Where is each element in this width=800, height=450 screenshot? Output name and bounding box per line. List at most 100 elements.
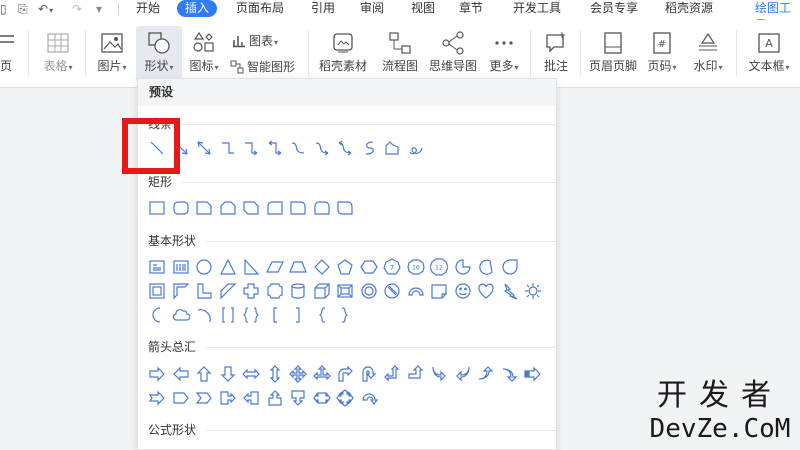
shape-right-brace[interactable] [334,304,356,326]
shape-rectangle[interactable] [146,197,168,219]
menu-references[interactable]: 引用 [303,0,343,17]
shape-block-arc[interactable] [405,280,427,302]
shape-teardrop[interactable] [499,256,521,278]
shape-u-turn-arrow[interactable] [358,363,380,385]
customize-dropdown-icon[interactable]: ▾ [96,2,102,16]
shape-round-diagonal[interactable] [334,197,356,219]
smart-graphic-button[interactable]: 智能图形 [230,58,295,76]
shape-up-arrow[interactable] [193,363,215,385]
chart-button[interactable]: 图表▾ [232,32,278,50]
shape-half-frame[interactable] [170,280,192,302]
shape-curved-double-arrow-connector[interactable] [334,137,356,159]
shape-round-same-side[interactable] [311,197,333,219]
shape-left-right-up-arrow[interactable] [311,363,333,385]
shape-bevel[interactable] [334,280,356,302]
shape-left-up-arrow[interactable] [381,363,403,385]
shape-left-right-arrow-callout[interactable] [311,387,333,409]
shape-arc[interactable] [193,304,215,326]
shape-curved-left-arrow[interactable] [452,363,474,385]
shape-bent-up-arrow[interactable] [405,363,427,385]
picture-button[interactable]: 图片▾ [92,26,132,82]
shape-heart[interactable] [475,280,497,302]
shape-hexagon[interactable] [358,256,380,278]
menu-drawing-tools[interactable]: 绘图工具 [747,0,800,32]
shape-smiley-face[interactable] [452,280,474,302]
menu-docer-resources[interactable]: 稻壳资源 [657,0,721,17]
shape-right-bracket[interactable] [287,304,309,326]
shape-quad-arrow[interactable] [287,363,309,385]
menu-review[interactable]: 审阅 [352,0,392,17]
shape-snip-diagonal[interactable] [240,197,262,219]
shape-curved-right-arrow[interactable] [428,363,450,385]
shape-text-box[interactable] [146,256,168,278]
shape-pentagon-arrow[interactable] [170,387,192,409]
shape-snip-same-side[interactable] [217,197,239,219]
shape-right-triangle[interactable] [240,256,262,278]
shape-curve[interactable] [358,137,380,159]
shape-left-bracket[interactable] [264,304,286,326]
shape-curved-arrow-connector[interactable] [311,137,333,159]
shape-no-symbol[interactable] [381,280,403,302]
shape-cross[interactable] [240,280,262,302]
shape-snip-single-corner[interactable] [193,197,215,219]
shape-elbow-connector[interactable] [217,137,239,159]
shape-parallelogram[interactable] [264,256,286,278]
undo-icon[interactable]: ↶▾ [38,2,53,18]
shape-pie[interactable] [452,256,474,278]
shape-left-brace[interactable] [311,304,333,326]
shape-donut[interactable] [358,280,380,302]
shape-circular-arrow[interactable] [358,387,380,409]
shape-left-right-arrow[interactable] [240,363,262,385]
shape-left-arrow-callout[interactable] [240,387,262,409]
shape-striped-right-arrow[interactable] [522,363,544,385]
shape-double-arrow-line[interactable] [193,137,215,159]
shape-ellipse[interactable] [193,256,215,278]
table-button[interactable]: 表格▾ [38,26,78,82]
shape-pentagon[interactable] [334,256,356,278]
menu-insert[interactable]: 插入 [177,0,218,17]
icon-button[interactable]: 图标▾ [184,26,224,82]
page-button[interactable]: 页 [0,26,18,82]
shape-chord[interactable] [475,256,497,278]
shape-decagon[interactable]: 10 [405,256,427,278]
more-button[interactable]: 更多▾ [484,26,524,82]
comment-button[interactable]: 批注 [536,26,576,82]
shape-round-single-corner[interactable] [287,197,309,219]
shape-triangle[interactable] [217,256,239,278]
shape-elbow-arrow-connector[interactable] [240,137,262,159]
shape-l-shape[interactable] [193,280,215,302]
redo-icon[interactable]: ↷ [72,2,82,16]
shape-diamond[interactable] [311,256,333,278]
shape-double-bracket[interactable] [217,304,239,326]
shape-chevron[interactable] [193,387,215,409]
shape-down-arrow-callout[interactable] [287,387,309,409]
shape-moon[interactable] [146,304,168,326]
shape-scribble[interactable] [405,137,427,159]
page-number-button[interactable]: # 页码▾ [644,26,680,82]
shape-vertical-text-box[interactable] [170,256,192,278]
menu-member[interactable]: 会员专享 [582,0,646,17]
watermark-button[interactable]: 水印▾ [688,26,728,82]
shape-dodecagon[interactable]: 12 [428,256,450,278]
shape-bent-arrow[interactable] [334,363,356,385]
header-footer-button[interactable]: 页眉页脚 [586,26,640,82]
print-preview-icon[interactable]: ⎘ [18,2,28,16]
shape-up-down-arrow[interactable] [264,363,286,385]
shape-folded-corner[interactable] [428,280,450,302]
shape-can[interactable] [287,280,309,302]
menu-home[interactable]: 开始 [128,0,168,17]
shape-freeform[interactable] [381,137,403,159]
menu-view[interactable]: 视图 [403,0,443,17]
shape-sun[interactable] [522,280,544,302]
shape-cloud[interactable] [170,304,192,326]
menu-developer[interactable]: 开发工具 [505,0,569,17]
shape-right-arrow[interactable] [146,363,168,385]
shape-left-arrow[interactable] [170,363,192,385]
mindmap-button[interactable]: 思维导图 [426,26,480,82]
flowchart-button[interactable]: 流程图 [378,26,422,82]
menu-chapter[interactable]: 章节 [451,0,491,17]
shape-notched-right-arrow[interactable] [146,387,168,409]
shape-up-arrow-callout[interactable] [264,387,286,409]
shape-cube[interactable] [311,280,333,302]
shape-down-arrow[interactable] [217,363,239,385]
